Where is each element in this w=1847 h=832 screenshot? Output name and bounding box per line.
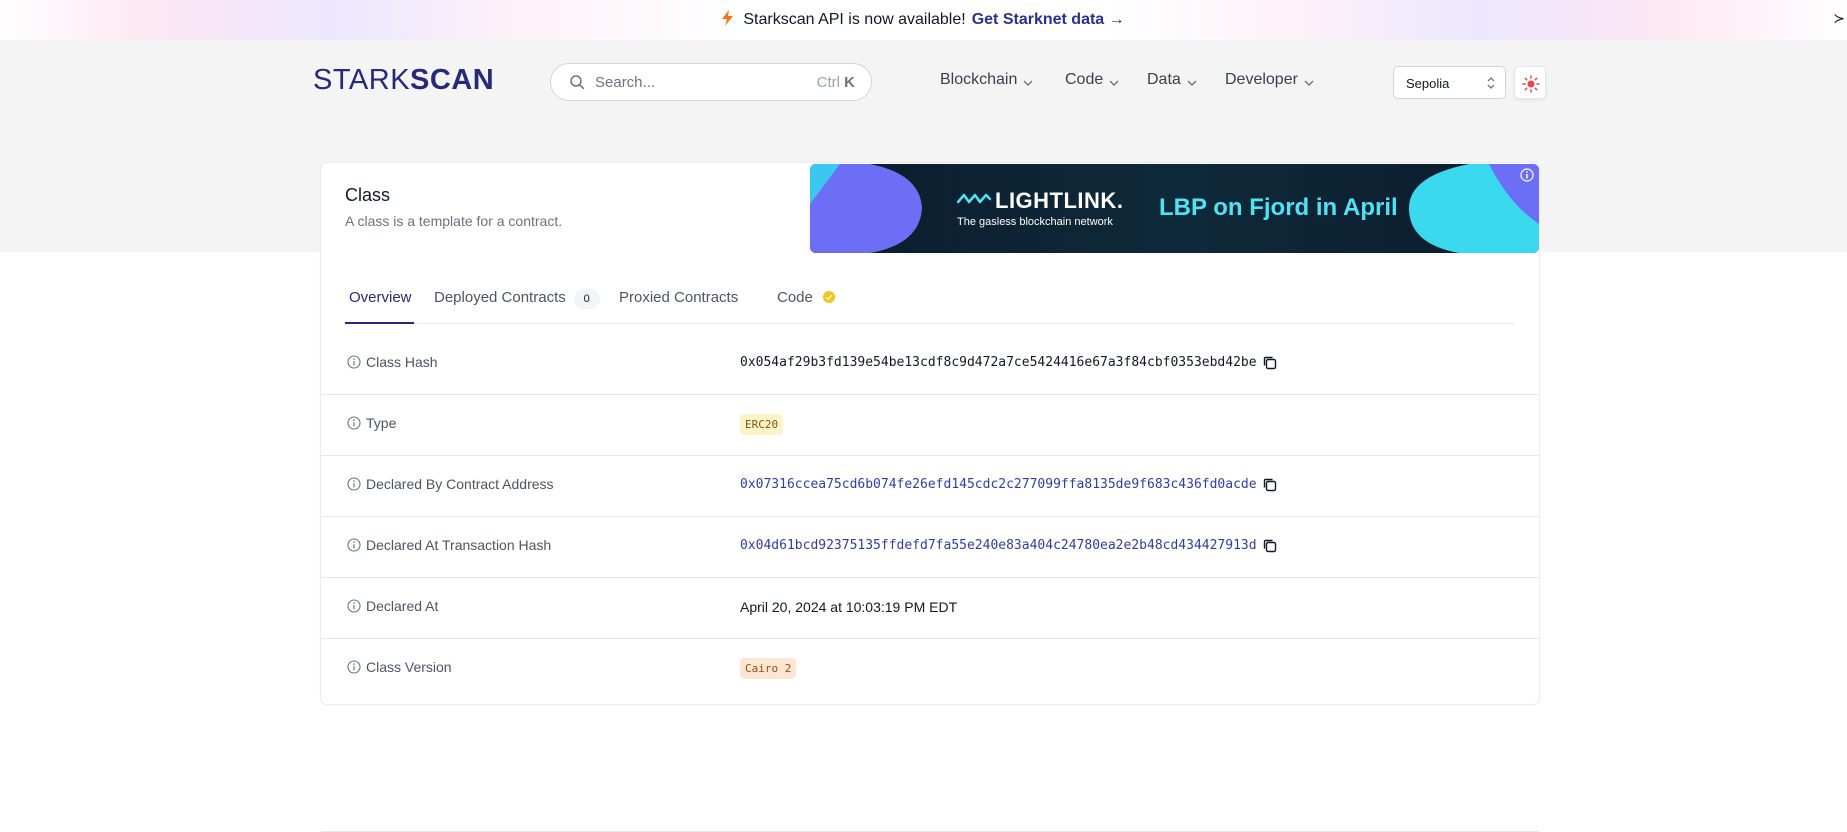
tab-bar: Overview Deployed Contracts 0 Proxied Con… xyxy=(345,276,1515,324)
ad-decor-left xyxy=(810,164,922,253)
tab-deployed-contracts[interactable]: Deployed Contracts 0 xyxy=(434,276,600,324)
row-declared-by: Declared By Contract Address 0x07316ccea… xyxy=(321,456,1539,517)
lightlink-logo-icon xyxy=(957,193,991,204)
tab-proxied-label: Proxied Contracts xyxy=(619,289,739,306)
page-title: Class xyxy=(345,185,391,205)
row-class-version: Class Version Cairo 2 xyxy=(321,639,1539,700)
search-placeholder: Search... xyxy=(595,74,656,91)
row-declared-tx: Declared At Transaction Hash 0x04d61bcd9… xyxy=(321,517,1539,578)
info-icon[interactable] xyxy=(347,477,361,491)
search-shortcut: Ctrl K xyxy=(817,74,855,91)
nav-code[interactable]: Code xyxy=(1065,71,1119,89)
ad-banner[interactable]: LIGHTLINK. The gasless blockchain networ… xyxy=(810,164,1539,253)
declared-tx-hash-link[interactable]: 0x04d61bcd92375135ffdefd7fa55e240e83a404… xyxy=(740,538,1257,553)
tab-deployed-label: Deployed Contracts xyxy=(434,289,566,306)
declared-at-label: Declared At xyxy=(366,598,439,614)
type-value: ERC20 xyxy=(740,414,784,435)
copy-icon[interactable] xyxy=(1261,354,1279,372)
class-version-value: Cairo 2 xyxy=(740,658,797,679)
search-input[interactable]: Search... Ctrl K xyxy=(550,63,872,101)
class-version-label: Class Version xyxy=(366,659,452,675)
class-hash-label: Class Hash xyxy=(366,354,438,370)
shortcut-key: K xyxy=(844,74,855,91)
search-icon xyxy=(569,74,585,90)
nav-developer[interactable]: Developer xyxy=(1225,71,1314,89)
nav-blockchain[interactable]: Blockchain xyxy=(940,71,1033,89)
select-arrows-icon xyxy=(1485,74,1497,92)
declared-tx-label: Declared At Transaction Hash xyxy=(366,537,552,553)
announcement-bar: Starkscan API is now available! Get Star… xyxy=(0,0,1847,40)
chevron-down-icon xyxy=(1109,75,1119,86)
row-label: Declared By Contract Address xyxy=(347,476,554,492)
tab-code[interactable]: Code xyxy=(777,276,836,324)
verified-check-icon xyxy=(823,291,836,303)
tab-proxied-contracts[interactable]: Proxied Contracts xyxy=(619,276,738,324)
nav-data[interactable]: Data xyxy=(1147,71,1197,89)
row-label: Type xyxy=(347,415,396,431)
tab-overview-label: Overview xyxy=(349,289,412,306)
row-type: Type ERC20 xyxy=(321,395,1539,456)
row-label: Declared At xyxy=(347,598,438,614)
nav-blockchain-label: Blockchain xyxy=(940,71,1018,88)
class-details: Class Hash 0x054af29b3fd139e54be13cdf8c9… xyxy=(321,334,1539,700)
class-card: Class A class is a template for a contra… xyxy=(321,163,1539,704)
row-label: Declared At Transaction Hash xyxy=(347,537,551,553)
declared-by-address-link[interactable]: 0x07316ccea75cd6b074fe26efd145cdc2c27709… xyxy=(740,477,1257,492)
nav-code-label: Code xyxy=(1065,71,1104,88)
declared-by-label: Declared By Contract Address xyxy=(366,476,554,492)
row-label: Class Version xyxy=(347,659,452,675)
announcement-text: Starkscan API is now available! xyxy=(743,11,966,28)
logo-text-bold: SCAN xyxy=(410,64,495,96)
info-icon[interactable] xyxy=(347,355,361,369)
lightning-icon xyxy=(722,9,734,31)
info-icon[interactable] xyxy=(347,538,361,552)
info-icon[interactable] xyxy=(347,599,361,613)
announcement-link[interactable]: Get Starknet data → xyxy=(972,11,1125,29)
chevron-down-icon xyxy=(1023,75,1033,86)
class-hash-value: 0x054af29b3fd139e54be13cdf8c9d472a7ce542… xyxy=(740,355,1257,370)
edge-glyph: ≻ xyxy=(1833,10,1845,26)
copy-icon[interactable] xyxy=(1261,537,1279,555)
starkscan-logo[interactable]: STARKSCAN xyxy=(313,64,494,97)
row-label: Class Hash xyxy=(347,354,438,370)
network-selected-value: Sepolia xyxy=(1406,76,1450,91)
ad-brand: LIGHTLINK. xyxy=(995,188,1124,213)
ad-info-icon[interactable] xyxy=(1520,168,1534,182)
copy-icon[interactable] xyxy=(1261,476,1279,494)
nav-data-label: Data xyxy=(1147,71,1181,88)
version-badge: Cairo 2 xyxy=(740,658,797,679)
logo-text-light: STARK xyxy=(313,64,411,96)
row-declared-at: Declared At April 20, 2024 at 10:03:19 P… xyxy=(321,578,1539,639)
chevron-down-icon xyxy=(1187,75,1197,86)
page-subtitle: A class is a template for a contract. xyxy=(345,213,563,229)
info-icon[interactable] xyxy=(347,660,361,674)
nav-developer-label: Developer xyxy=(1225,71,1298,88)
declared-at-value: April 20, 2024 at 10:03:19 PM EDT xyxy=(740,599,958,615)
tab-overview[interactable]: Overview xyxy=(345,276,414,324)
ad-tagline: The gasless blockchain network xyxy=(957,216,1113,228)
row-class-hash: Class Hash 0x054af29b3fd139e54be13cdf8c9… xyxy=(321,334,1539,395)
shortcut-modifier: Ctrl xyxy=(816,74,840,91)
sun-icon xyxy=(1522,75,1540,93)
tab-code-label: Code xyxy=(777,289,813,306)
theme-toggle-button[interactable] xyxy=(1514,66,1546,99)
ad-headline: LBP on Fjord in April xyxy=(1159,194,1398,221)
type-badge: ERC20 xyxy=(740,414,784,435)
network-select[interactable]: Sepolia xyxy=(1393,66,1506,99)
info-icon[interactable] xyxy=(347,416,361,430)
count-badge: 0 xyxy=(573,289,600,309)
chevron-down-icon xyxy=(1304,75,1314,86)
type-label: Type xyxy=(366,415,397,431)
